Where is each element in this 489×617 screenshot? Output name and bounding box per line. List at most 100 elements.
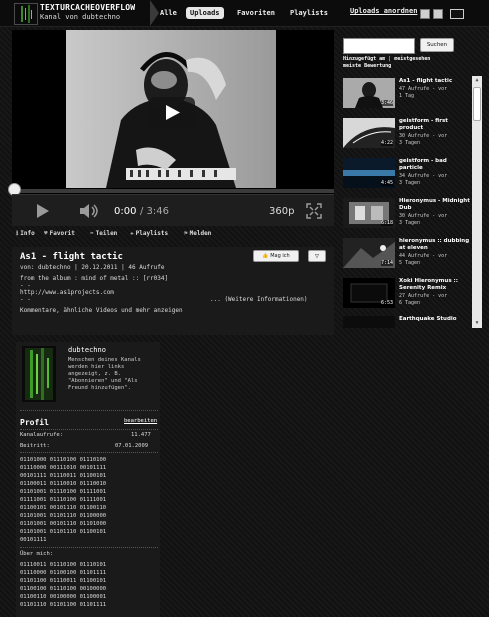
about-label: Über mich: [20, 551, 54, 557]
video-meta: von: dubtechno | 20.12.2011 | 46 Aufrufe [20, 264, 165, 271]
search-button[interactable]: Suchen [420, 38, 454, 52]
video-title[interactable]: geistform - first product [399, 118, 471, 132]
video-age: 1 Tag [399, 93, 415, 99]
action-favorite[interactable]: ♥ Favorit [44, 230, 75, 237]
divider [20, 547, 158, 548]
scroll-down-icon[interactable]: ▼ [474, 320, 480, 326]
list-view-icon[interactable] [433, 9, 443, 19]
action-info[interactable]: ℹ Info [16, 230, 35, 237]
heart-icon: ♥ [44, 230, 48, 237]
about-binary-text: 01110011 01110100 01110101 01110000 0110… [20, 562, 107, 608]
action-report-label: Melden [189, 230, 212, 237]
comments-link[interactable]: Kommentare, ähnliche Videos und mehr anz… [20, 307, 183, 314]
video-title[interactable]: Hieronymus - Midnight Dub [399, 198, 471, 212]
video-thumbnail[interactable]: 4:45 [343, 158, 395, 188]
quality-selector[interactable]: 360p [269, 206, 294, 217]
video-age: 6 Tagen [399, 300, 421, 306]
channel-title: TEXTURCACHEOVERFLOW [40, 3, 136, 12]
edit-profile-link[interactable]: bearbeiten [124, 418, 157, 424]
video-description-link[interactable]: http://www.as1projects.com [20, 289, 114, 296]
compact-view-icon[interactable] [450, 9, 464, 19]
like-label: Mag ich [270, 253, 290, 259]
sort-uploads-link[interactable]: Uploads anordnen [350, 7, 417, 15]
video-title[interactable]: Xoki Hieronymus :: Serenity Remix [399, 278, 471, 292]
video-description-line: - - [20, 282, 31, 289]
video-title[interactable]: geistform - bad particle [399, 158, 471, 172]
volume-icon[interactable] [78, 203, 100, 223]
action-playlists[interactable]: ✚ Playlists [130, 230, 168, 237]
divider [20, 410, 158, 411]
big-play-icon[interactable] [149, 97, 195, 128]
video-age: 3 Tagen [399, 180, 421, 186]
list-item[interactable]: Earthquake Studio [343, 316, 471, 328]
joined-value: 07.01.2009 [115, 443, 149, 449]
list-item[interactable]: 4:22 geistform - first product 30 Aufruf… [343, 118, 471, 156]
list-item[interactable]: 6:53 Xoki Hieronymus :: Serenity Remix 2… [343, 278, 471, 316]
video-title[interactable]: Earthquake Studio [399, 316, 471, 323]
video-title[interactable]: As1 - flight tactic [399, 78, 471, 85]
video-duration: 4:45 [380, 180, 393, 186]
fullscreen-icon[interactable] [306, 203, 322, 223]
action-playlists-label: Playlists [135, 230, 169, 237]
tab-uploads[interactable]: Uploads [186, 7, 224, 19]
grid-view-icon[interactable] [420, 9, 430, 19]
tab-playlists[interactable]: Playlists [286, 7, 332, 19]
video-views: 44 Aufrufe - vor [399, 253, 448, 259]
action-share[interactable]: ➦ Teilen [90, 230, 117, 237]
video-duration: 7:14 [380, 260, 393, 266]
sort-added[interactable]: Hinzugefügt am [343, 56, 385, 62]
action-favorite-label: Favorit [49, 230, 75, 237]
video-age: 3 Tagen [399, 220, 421, 226]
list-item[interactable]: 6:18 Hieronymus - Midnight Dub 30 Aufruf… [343, 198, 471, 236]
video-thumbnail[interactable] [343, 316, 395, 328]
video-duration: 4:22 [380, 140, 393, 146]
flag-icon: ⚑ [184, 230, 188, 237]
thumbs-down-icon: ▽ [314, 252, 320, 260]
video-description-line: - - [20, 296, 31, 303]
video-views: 30 Aufrufe - vor [399, 133, 448, 139]
add-icon: ✚ [130, 230, 134, 237]
video-thumbnail[interactable]: 4:22 [343, 118, 395, 148]
search-input[interactable] [343, 38, 415, 54]
profile-name[interactable]: dubtechno [68, 346, 106, 354]
video-duration: 3:46 [380, 100, 393, 106]
list-item[interactable]: 3:46 As1 - flight tactic 47 Aufrufe - vo… [343, 78, 471, 116]
sort-top-rated[interactable]: meiste Bewertung [343, 63, 391, 69]
video-list: 3:46 As1 - flight tactic 47 Aufrufe - vo… [343, 76, 471, 328]
video-thumbnail[interactable]: 6:18 [343, 198, 395, 228]
views-value: 11.477 [131, 432, 151, 438]
channel-logo[interactable] [14, 3, 38, 25]
list-item[interactable]: 4:45 geistform - bad particle 34 Aufrufe… [343, 158, 471, 196]
divider [20, 429, 158, 430]
video-thumbnail[interactable]: 7:14 [343, 238, 395, 268]
video-thumbnail[interactable]: 3:46 [343, 78, 395, 108]
video-description-line: from the album : mind of metal :: [rr034… [20, 275, 169, 282]
share-icon: ➦ [90, 230, 94, 237]
video-duration: 6:53 [380, 300, 393, 306]
video-views: 27 Aufrufe - vor [399, 293, 448, 299]
video-views: 34 Aufrufe - vor [399, 173, 448, 179]
action-report[interactable]: ⚑ Melden [184, 230, 211, 237]
sort-most-viewed[interactable]: meistgesehen [394, 56, 430, 62]
time-total: / 3:46 [140, 206, 170, 217]
tab-favorites[interactable]: Favoriten [233, 7, 279, 19]
more-info-link[interactable]: ... (Weitere Informationen) [210, 296, 308, 303]
play-icon[interactable] [34, 203, 50, 223]
scroll-up-icon[interactable]: ▲ [474, 77, 480, 83]
tab-all[interactable]: Alle [156, 7, 181, 19]
dislike-button[interactable]: ▽ [308, 250, 326, 262]
action-share-label: Teilen [95, 230, 118, 237]
divider [20, 452, 158, 453]
sort-separator: | [385, 56, 395, 62]
time-current: 0:00 [114, 206, 137, 217]
video-duration: 6:18 [380, 220, 393, 226]
scrollbar-thumb[interactable] [473, 87, 481, 121]
video-title[interactable]: hieronymus :: dubbing at eleven [399, 238, 471, 252]
sort-options: Hinzugefügt am | meistgesehen meiste Bew… [343, 56, 485, 70]
like-button[interactable]: 👍 Mag ich [253, 250, 299, 262]
video-age: 3 Tagen [399, 140, 421, 146]
avatar[interactable] [22, 346, 56, 402]
seek-bar[interactable] [12, 189, 334, 193]
video-thumbnail[interactable]: 6:53 [343, 278, 395, 308]
list-item[interactable]: 7:14 hieronymus :: dubbing at eleven 44 … [343, 238, 471, 276]
